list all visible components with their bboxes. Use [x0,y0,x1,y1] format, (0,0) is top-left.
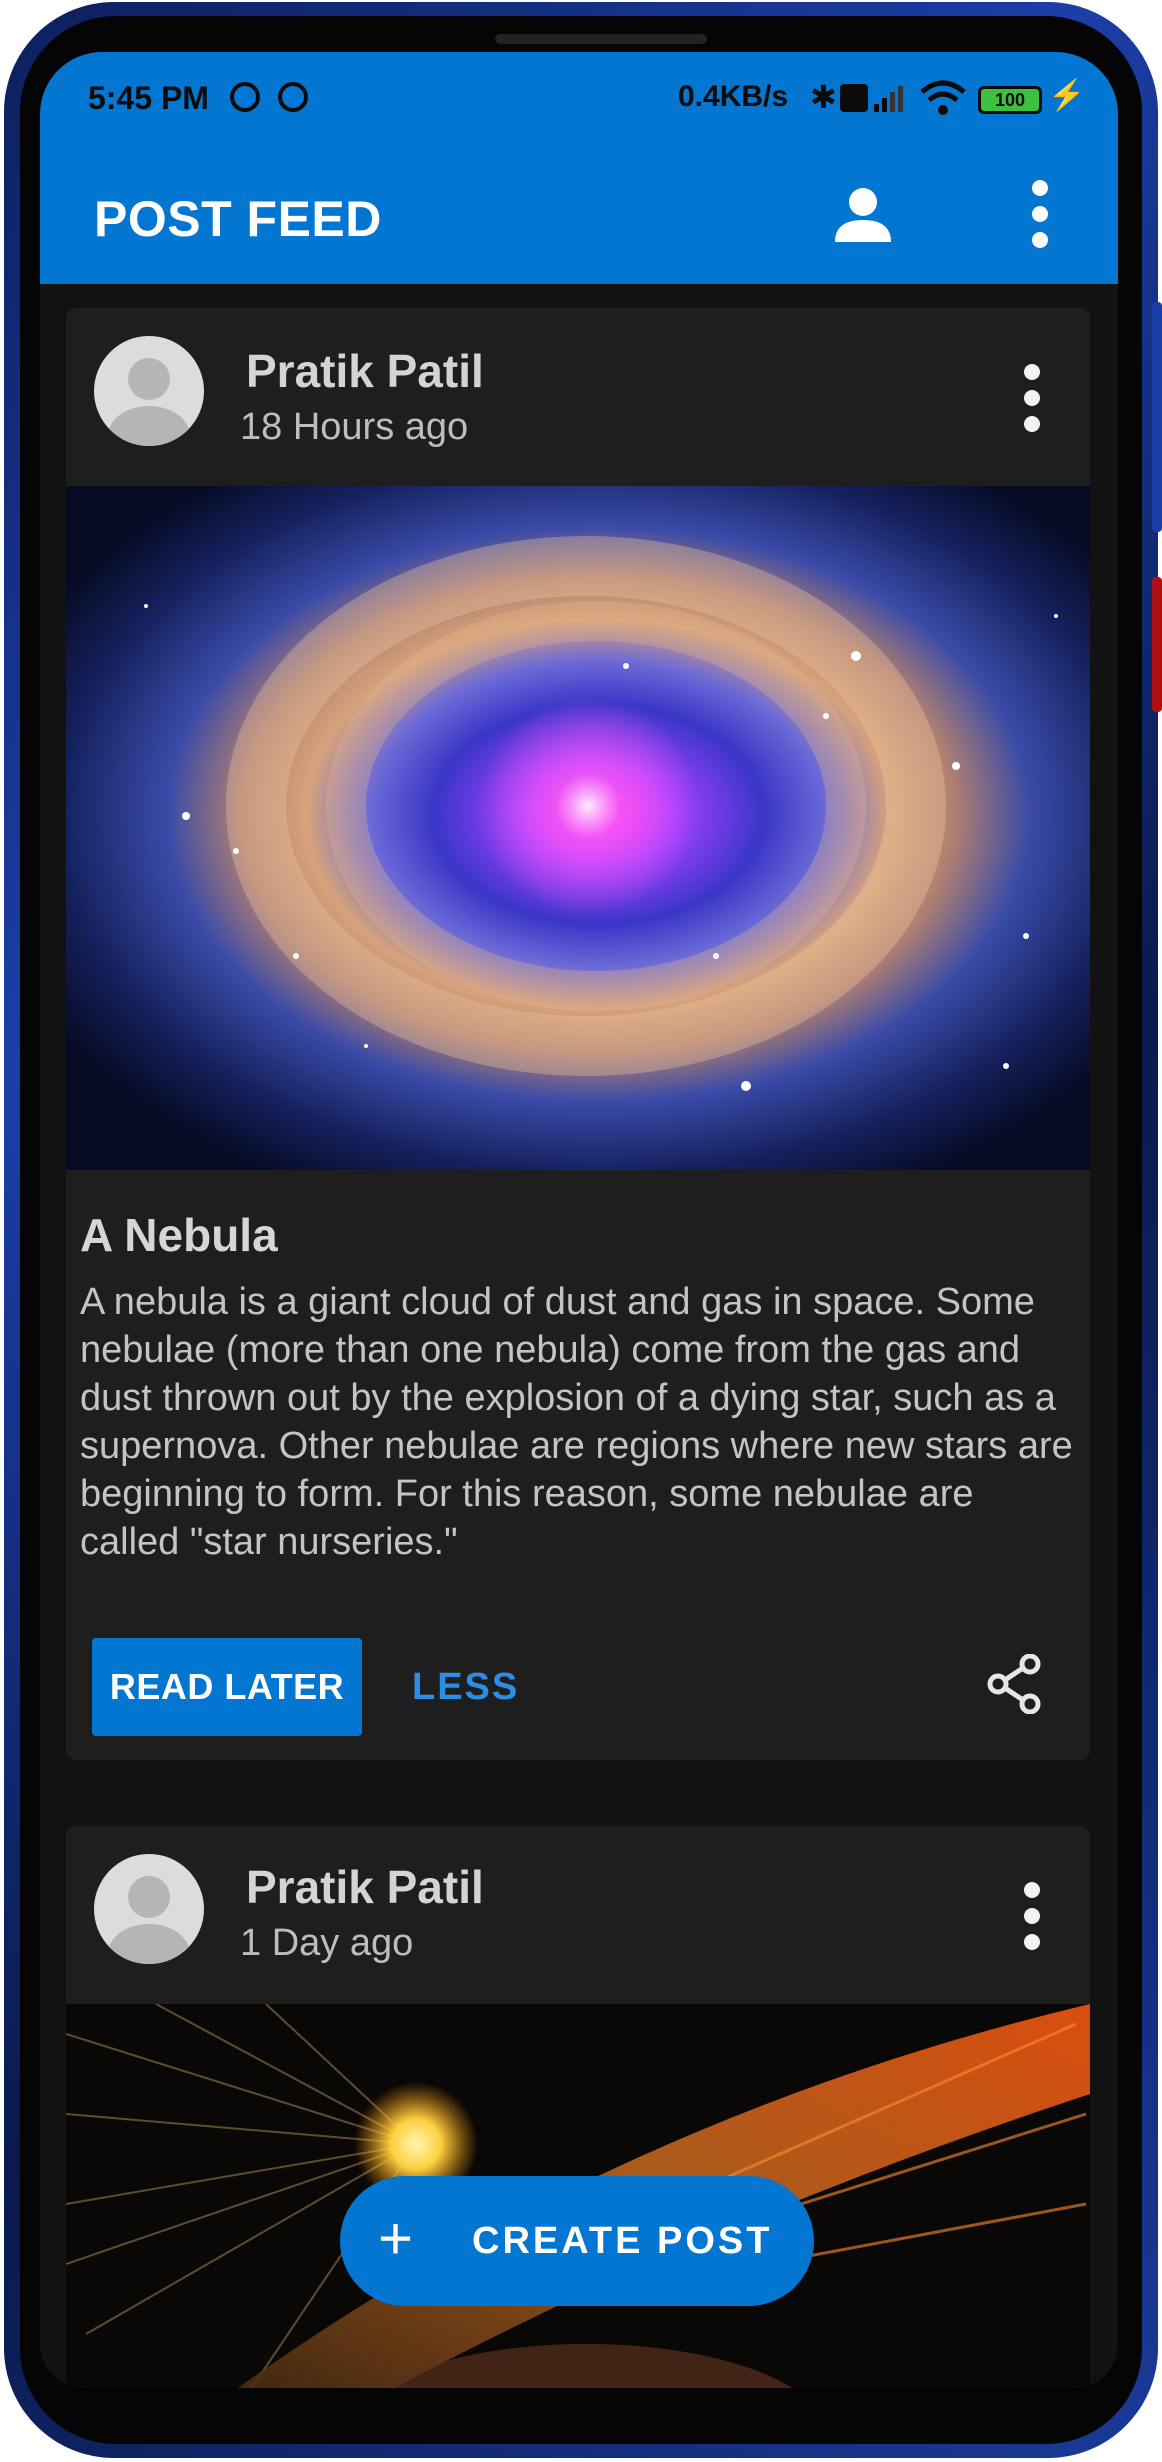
more-vert-icon[interactable] [1022,1882,1042,1952]
wifi-icon [920,80,966,115]
status-time: 5:45 PM [88,80,209,116]
more-vert-icon[interactable] [1022,364,1042,434]
less-button[interactable]: LESS [412,1638,552,1736]
post-body: A nebula is a giant cloud of dust and ga… [80,1281,1073,1563]
post-author[interactable]: Pratik Patil [246,1860,484,1914]
post-time: 18 Hours ago [240,406,469,448]
nebula-image[interactable] [66,486,1090,1170]
profile-icon[interactable] [833,184,893,244]
sync-icon [278,82,308,112]
status-bar: 5:45 PM 0.4KB/s ✱ 100 ⚡ [40,52,1118,146]
network-speed: 0.4KB/s [678,80,789,113]
create-post-label: CREATE POST [472,2220,773,2262]
create-post-button[interactable]: + CREATE POST [340,2176,814,2306]
post-card: Pratik Patil 18 Hours ago A Nebula A neb… [66,308,1090,1760]
add-icon: + [378,2205,414,2272]
volume-button [1152,302,1162,532]
sync-icon [230,82,260,112]
post-time: 1 Day ago [240,1922,414,1964]
post-author[interactable]: Pratik Patil [246,344,484,398]
avatar[interactable] [94,336,204,446]
read-later-button[interactable]: READ LATER [92,1638,362,1736]
more-vert-icon[interactable] [1030,180,1050,250]
charging-icon: ⚡ [1048,79,1086,112]
avatar[interactable] [94,1854,204,1964]
share-icon[interactable] [986,1654,1042,1714]
battery-icon: 100 [978,86,1042,114]
earpiece-speaker [495,34,707,44]
bluetooth-icon: ✱ [810,79,837,115]
app-screen: 5:45 PM 0.4KB/s ✱ 100 ⚡ POST FEED Pratik… [40,52,1118,2388]
page-title: POST FEED [94,191,382,247]
app-bar: POST FEED [40,146,1118,284]
post-title: A Nebula [80,1209,278,1261]
power-button [1152,577,1162,712]
